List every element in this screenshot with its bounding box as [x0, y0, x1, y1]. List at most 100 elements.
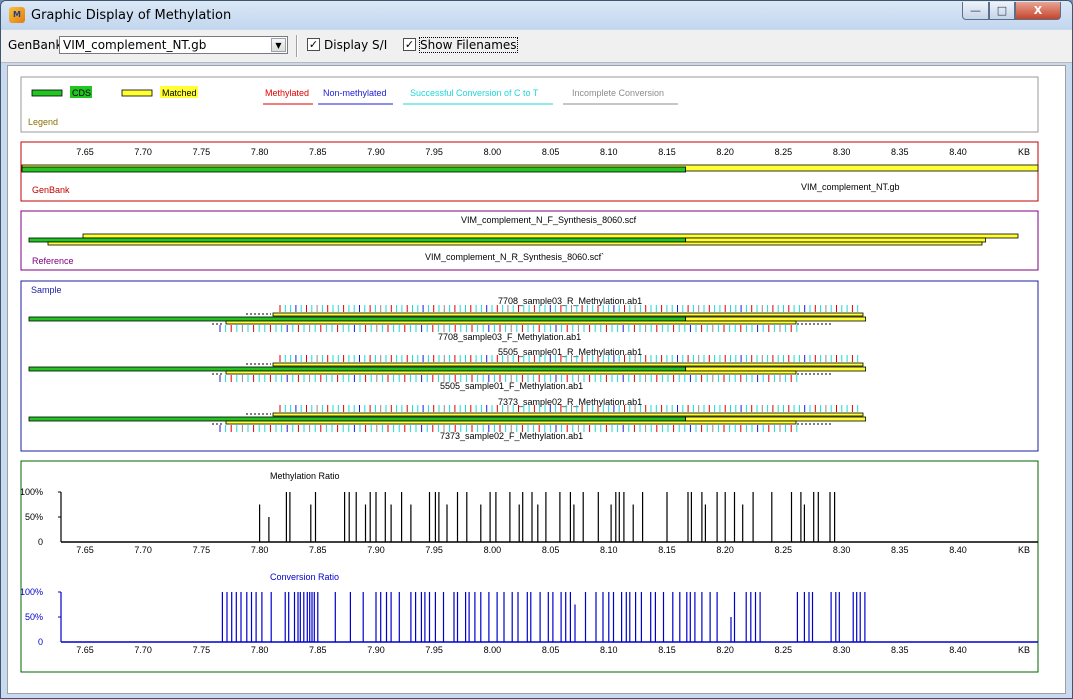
genbank-axis-tick-label: 8.40 — [949, 147, 967, 157]
title-bar[interactable]: M Graphic Display of Methylation — □ X — [1, 1, 1072, 29]
conversion-ratio-x-axis-tick-label: 8.15 — [658, 645, 676, 655]
show-filenames-checkbox[interactable]: ✓ — [403, 38, 416, 51]
sample-2-reverse-filename: 5505_sample01_R_Methylation.ab1 — [498, 347, 642, 357]
genbank-axis-tick-label: 8.15 — [658, 147, 676, 157]
conversion-ratio-x-axis-tick-label: 8.40 — [949, 645, 967, 655]
methylation-ratio-x-axis-tick-label: 7.90 — [367, 545, 385, 555]
genbank-filename: VIM_complement_NT.gb — [801, 182, 900, 192]
reference-forward-bar — [82, 233, 1019, 239]
methylation-ratio-x-axis-tick-label: 8.00 — [484, 545, 502, 555]
graphic-canvas: CDS Matched Methylated Non-methylated Su… — [7, 65, 1066, 694]
sample-tracks — [28, 305, 867, 432]
genbank-axis-tick-label: 7.70 — [134, 147, 152, 157]
display-si-label[interactable]: Display S/I — [324, 38, 387, 52]
chevron-down-icon[interactable]: ▼ — [271, 38, 286, 52]
methylation-ratio-x-axis-tick-label: 7.75 — [193, 545, 211, 555]
conversion-ratio-x-axis-tick-label: 8.30 — [833, 645, 851, 655]
conversion-ratio-x-axis-tick-label: 8.20 — [716, 645, 734, 655]
genbank-axis-tick-label: 7.75 — [193, 147, 211, 157]
methylation-ratio-x-axis-tick-label: 7.95 — [425, 545, 443, 555]
sample-reverse-read-bar — [272, 412, 864, 417]
reference-reverse-filename: VIM_complement_N_R_Synthesis_8060.scf` — [425, 252, 604, 262]
genbank-axis-tick-label: 7.85 — [309, 147, 327, 157]
methylation-ratio-y-tick-label: 100% — [20, 487, 43, 497]
conversion-ratio-x-axis-tick-label: 7.90 — [367, 645, 385, 655]
genbank-axis-tick-label: 8.05 — [542, 147, 560, 157]
methylation-ratio-x-axis-tick-label: 8.30 — [833, 545, 851, 555]
genbank-axis-tick-label: 8.35 — [891, 147, 909, 157]
methylation-graphic: CDS Matched Methylated Non-methylated Su… — [20, 76, 1039, 673]
legend-methylated: Methylated — [265, 88, 309, 98]
sample-cds-bar — [28, 416, 687, 422]
reference-forward-filename: VIM_complement_N_F_Synthesis_8060.scf — [461, 215, 637, 225]
conversion-ratio-x-axis-unit-label: KB — [1018, 645, 1030, 655]
conversion-ratio-x-axis-tick-label: 8.00 — [484, 645, 502, 655]
methylation-ratio-x-axis-tick-label: 8.20 — [716, 545, 734, 555]
methylation-ratio-y-tick-label: 50% — [25, 512, 43, 522]
ratio-panel — [20, 460, 1039, 673]
methylation-ratio-y-tick-label: 0 — [38, 537, 43, 547]
maximize-button[interactable]: □ — [989, 2, 1015, 20]
genbank-axis-tick-label: 8.25 — [775, 147, 793, 157]
genbank-select[interactable]: VIM_complement_NT.gb ▼ — [59, 36, 288, 54]
reference-matched-bar — [685, 237, 987, 243]
sample-matched-bar — [685, 316, 867, 322]
conversion-ratio-x-axis-tick-label: 7.75 — [193, 645, 211, 655]
conversion-ratio-title: Conversion Ratio — [270, 572, 339, 582]
minimize-button[interactable]: — — [962, 2, 989, 20]
conversion-ratio-x-axis-tick-label: 8.25 — [775, 645, 793, 655]
methylation-ratio-title: Methylation Ratio — [270, 471, 340, 481]
methylation-ratio-x-axis-tick-label: 8.35 — [891, 545, 909, 555]
app-icon: M — [9, 7, 25, 23]
sample-cds-bar — [28, 316, 687, 322]
display-si-checkbox[interactable]: ✓ — [307, 38, 320, 51]
conversion-ratio-x-axis-tick-label: 7.65 — [76, 645, 94, 655]
genbank-axis-tick-label: 7.65 — [76, 147, 94, 157]
genbank-axis-unit-label: KB — [1018, 147, 1030, 157]
sample-cds-bar — [28, 366, 687, 372]
sample-matched-bar — [685, 416, 867, 422]
sample-3-forward-filename: 7373_sample02_F_Methylation.ab1 — [440, 431, 583, 441]
conversion-ratio-x-axis-tick-label: 8.05 — [542, 645, 560, 655]
conversion-ratio-x-axis-tick-label: 8.35 — [891, 645, 909, 655]
toolbar: GenBank VIM_complement_NT.gb ▼ ✓ Display… — [1, 30, 1072, 63]
conversion-ratio-x-axis-tick-label: 8.10 — [600, 645, 618, 655]
legend-successful-conversion: Successful Conversion of C to T — [410, 88, 539, 98]
sample-forward-read-bar — [225, 370, 797, 375]
reference-panel-label: Reference — [32, 256, 74, 266]
sample-3-reverse-filename: 7373_sample02_R_Methylation.ab1 — [498, 397, 642, 407]
window-title: Graphic Display of Methylation — [31, 8, 232, 23]
genbank-axis-tick-label: 8.10 — [600, 147, 618, 157]
reference-reverse-bar — [47, 241, 983, 246]
close-button[interactable]: X — [1015, 2, 1061, 20]
genbank-label: GenBank — [8, 38, 63, 52]
sample-forward-read-bar — [225, 320, 797, 325]
genbank-select-value: VIM_complement_NT.gb — [63, 38, 207, 52]
legend-incomplete-conversion: Incomplete Conversion — [572, 88, 664, 98]
conversion-ratio-y-tick-label: 50% — [25, 612, 43, 622]
methylation-ratio-x-axis-tick-label: 7.70 — [134, 545, 152, 555]
sample-panel-label: Sample — [31, 285, 62, 295]
sample-matched-bar — [685, 366, 867, 372]
matched-swatch — [121, 89, 153, 97]
conversion-ratio-x-axis-tick-label: 7.95 — [425, 645, 443, 655]
reference-cds-bar — [28, 237, 687, 243]
methylation-ratio-x-axis-tick-label: 7.65 — [76, 545, 94, 555]
methylation-ratio-x-axis-tick-label: 8.05 — [542, 545, 560, 555]
genbank-axis-tick-label: 7.80 — [251, 147, 269, 157]
sample-forward-read-bar — [225, 420, 797, 425]
sample-reverse-read-bar — [272, 312, 864, 317]
sample-2-forward-filename: 5505_sample01_F_Methylation.ab1 — [440, 381, 583, 391]
conversion-ratio-x-axis-tick-label: 7.80 — [251, 645, 269, 655]
conversion-ratio-x-axis-tick-label: 7.85 — [309, 645, 327, 655]
methylation-ratio-x-axis-tick-label: 8.40 — [949, 545, 967, 555]
show-filenames-label[interactable]: Show Filenames — [419, 37, 518, 53]
sample-1-reverse-filename: 7708_sample03_R_Methylation.ab1 — [498, 296, 642, 306]
toolbar-separator — [296, 35, 298, 57]
conversion-ratio-x-axis-tick-label: 7.70 — [134, 645, 152, 655]
conversion-ratio-y-tick-label: 100% — [20, 587, 43, 597]
methylation-ratio-x-axis-tick-label: 8.15 — [658, 545, 676, 555]
legend-matched: Matched — [162, 88, 197, 98]
cds-swatch — [31, 89, 63, 97]
genbank-cds-bar — [21, 166, 687, 173]
